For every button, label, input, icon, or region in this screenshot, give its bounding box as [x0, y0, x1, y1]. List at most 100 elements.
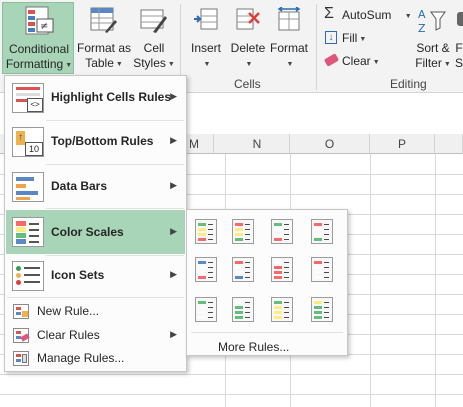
color-scale-dash [324, 307, 329, 308]
color-scale-swatch [198, 223, 206, 226]
color-scale-dash [245, 262, 250, 263]
color-scale-option[interactable] [271, 219, 293, 244]
color-scale-swatch [198, 311, 206, 314]
color-scale-swatch [235, 238, 243, 241]
data-bars-icon [12, 172, 44, 202]
conditional-formatting-button[interactable]: ≠ Conditional Formatting ▼ [2, 2, 74, 74]
color-scale-dash [208, 224, 213, 225]
submenu-arrow-icon: ▶ [170, 91, 177, 101]
color-scale-dash [245, 317, 250, 318]
column-label: O [324, 137, 335, 151]
color-scale-swatch [198, 301, 206, 304]
color-scale-option[interactable] [195, 257, 217, 282]
menu-separator [46, 120, 184, 121]
fill-label: Fill [342, 31, 358, 45]
color-scale-dash [284, 262, 289, 263]
color-scale-option[interactable] [195, 297, 217, 322]
menu-item-top-bottom-rules[interactable]: ↑ 10 Top/Bottom Rules ▶ [6, 122, 185, 162]
chevron-down-icon: ▼ [443, 61, 451, 68]
color-scale-dash [284, 229, 289, 230]
color-scale-dash [208, 267, 213, 268]
color-scale-dash [208, 317, 213, 318]
menu-item-icon-sets[interactable]: Icon Sets ▶ [6, 256, 185, 296]
insert-button[interactable]: Insert ▼ [184, 2, 228, 74]
color-scale-swatch [274, 266, 282, 269]
menu-item-label: Icon Sets [51, 268, 105, 282]
color-scale-option[interactable] [311, 257, 333, 282]
color-scale-swatch [198, 261, 206, 264]
menu-item-clear-rules[interactable]: Clear Rules ▶ [6, 324, 185, 347]
color-scale-option[interactable] [195, 219, 217, 244]
menu-item-color-scales[interactable]: Color Scales ▶ [6, 210, 185, 254]
color-scale-swatch [274, 228, 282, 231]
color-scale-option[interactable] [271, 257, 293, 282]
color-scale-swatch [235, 223, 243, 226]
grid-line [435, 154, 436, 407]
column-header-o[interactable]: O [290, 134, 370, 154]
color-scale-swatch [235, 233, 243, 236]
column-header-p[interactable]: P [370, 134, 435, 154]
color-scale-dash [208, 229, 213, 230]
chevron-down-icon: ▼ [115, 61, 123, 68]
color-scale-option[interactable] [271, 297, 293, 322]
menu-item-manage-rules[interactable]: Manage Rules... [6, 347, 185, 370]
cell-styles-button[interactable]: Cell Styles ▼ [132, 2, 176, 74]
format-button[interactable]: Format ▼ [268, 2, 310, 74]
color-scales-submenu: More Rules... [186, 209, 348, 356]
color-scale-swatch [274, 306, 282, 309]
find-select-label2: S [455, 56, 463, 70]
color-scale-option[interactable] [311, 219, 333, 244]
column-header[interactable] [435, 134, 463, 154]
color-scale-option[interactable] [311, 297, 333, 322]
format-as-table-label1: Format as [76, 41, 131, 55]
menu-item-label: Highlight Cells Rules [51, 90, 172, 104]
menu-item-data-bars[interactable]: Data Bars ▶ [6, 167, 185, 207]
menu-separator [191, 332, 343, 333]
color-scale-swatch [274, 311, 282, 314]
icon-sets-icon [12, 261, 44, 291]
sort-filter-label1: Sort & [416, 41, 450, 55]
menu-item-new-rule[interactable]: New Rule... [6, 300, 185, 323]
format-cells-icon [277, 7, 301, 31]
column-header-n[interactable]: N [225, 134, 290, 154]
new-rule-label: New Rule... [37, 304, 100, 318]
menu-separator [46, 164, 184, 165]
color-scale-dash [208, 307, 213, 308]
menu-item-highlight-cells-rules[interactable]: <> Highlight Cells Rules ▶ [6, 78, 185, 118]
color-scale-dash [324, 229, 329, 230]
color-scale-swatch [235, 228, 243, 231]
insert-cells-icon [194, 8, 218, 30]
sort-filter-label2: Filter [415, 56, 442, 70]
color-scale-dash [245, 302, 250, 303]
color-scale-option[interactable] [232, 219, 254, 244]
color-scale-dash [284, 277, 289, 278]
color-scale-swatch [274, 271, 282, 274]
find-select-button[interactable]: F S [455, 2, 463, 74]
format-as-table-button[interactable]: Format as Table ▼ [76, 2, 132, 74]
sigma-icon: Σ [324, 5, 334, 22]
format-as-table-label2: Table [85, 56, 114, 70]
cell-styles-label2: Styles [133, 56, 166, 70]
highlight-cells-icon: <> [12, 83, 44, 113]
sort-filter-icon: A Z [418, 8, 446, 35]
color-scale-dash [324, 262, 329, 263]
more-rules-item[interactable]: More Rules... [218, 340, 289, 354]
delete-button[interactable]: Delete ▼ [228, 2, 268, 74]
color-scale-swatch [198, 271, 206, 274]
color-scale-option[interactable] [232, 297, 254, 322]
color-scale-swatch [314, 306, 322, 309]
color-scale-swatch [235, 266, 243, 269]
chevron-down-icon: ▼ [372, 59, 380, 66]
fill-down-icon: ↓ [325, 31, 337, 44]
color-scale-dash [208, 312, 213, 313]
color-scale-swatch [235, 301, 243, 304]
color-scale-dash [324, 302, 329, 303]
grid-line [0, 394, 463, 395]
sort-filter-button[interactable]: A Z Sort & Filter ▼ [412, 2, 454, 74]
color-scale-dash [245, 234, 250, 235]
color-scale-option[interactable] [232, 257, 254, 282]
color-scale-dash [284, 224, 289, 225]
color-scale-dash [284, 239, 289, 240]
color-scale-dash [324, 317, 329, 318]
format-label: Format [269, 41, 308, 55]
